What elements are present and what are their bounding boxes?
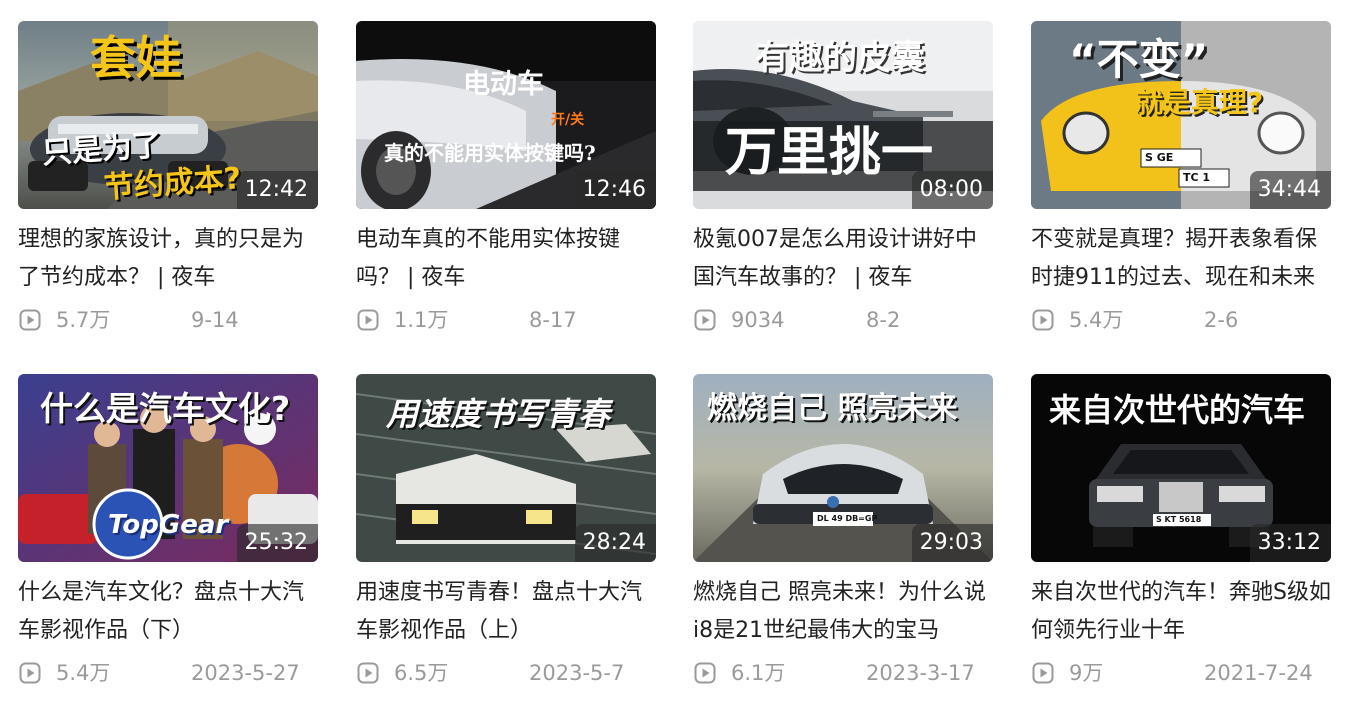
overlay-heading: 来自次世代的汽车: [1049, 391, 1306, 429]
publish-date: 2-6: [1204, 308, 1239, 332]
view-count: 5.4万: [56, 661, 111, 685]
video-meta: 5.7万 9-14: [18, 304, 318, 336]
video-thumbnail[interactable]: “不变” 就是真理? S GE TC 1 34:44: [1031, 21, 1331, 209]
overlay-caption: 就是真理?: [1135, 86, 1264, 119]
play-count-icon: [694, 309, 716, 331]
duration-badge: 12:46: [574, 171, 656, 209]
video-meta: 5.4万 2-6: [1031, 304, 1331, 336]
play-count-icon: [357, 309, 379, 331]
video-thumbnail[interactable]: 套娃 只是为了 节约成本? 12:42: [18, 21, 318, 209]
overlay-heading: 有趣的皮囊: [755, 38, 925, 78]
video-card[interactable]: 有趣的皮囊 万里挑一 08:00 极氪007是怎么用设计讲好中国汽车故事的？ |…: [693, 21, 993, 351]
video-title[interactable]: 用速度书写青春！盘点十大汽车影视作品（上）: [356, 574, 656, 650]
license-plate-2: TC 1: [1183, 171, 1211, 184]
duration-badge: 34:44: [1249, 171, 1331, 209]
video-grid: 套娃 只是为了 节约成本? 12:42 理想的家族设计，真的只是为了节约成本？ …: [0, 0, 1357, 698]
publish-date: 8-2: [866, 308, 901, 332]
video-thumbnail[interactable]: 电动车 开/关 真的不能用实体按键吗? 12:46: [356, 21, 656, 209]
video-meta: 9034 8-2: [693, 304, 993, 336]
video-meta: 1.1万 8-17: [356, 304, 656, 336]
view-count: 6.1万: [731, 661, 786, 685]
video-meta: 9万 2021-7-24: [1031, 657, 1331, 689]
duration-badge: 33:12: [1249, 524, 1331, 562]
video-title[interactable]: 什么是汽车文化？盘点十大汽车影视作品（下）: [18, 574, 318, 650]
publish-date: 2021-7-24: [1204, 661, 1313, 685]
video-title[interactable]: 燃烧自己 照亮未来！为什么说i8是21世纪最伟大的宝马: [693, 574, 993, 650]
video-title[interactable]: 电动车真的不能用实体按键吗？ | 夜车: [356, 221, 656, 297]
play-count-icon: [694, 662, 716, 684]
video-title[interactable]: 极氪007是怎么用设计讲好中国汽车故事的？ | 夜车: [693, 221, 993, 297]
publish-date: 2023-5-7: [529, 661, 625, 685]
topgear-logo: TopGear: [108, 510, 229, 540]
publish-date: 9-14: [191, 308, 239, 332]
video-card[interactable]: 来自次世代的汽车 S KT 5618 33:12 来自次世代的汽车！奔驰S级如何…: [1031, 374, 1331, 704]
view-count: 5.4万: [1069, 308, 1124, 332]
video-title[interactable]: 来自次世代的汽车！奔驰S级如何领先行业十年: [1031, 574, 1331, 650]
view-count: 9万: [1069, 661, 1104, 685]
publish-date: 2023-3-17: [866, 661, 975, 685]
license-plate: DL 49 DB=GP: [817, 514, 878, 523]
play-count-icon: [357, 662, 379, 684]
view-count: 1.1万: [394, 308, 449, 332]
publish-date: 2023-5-27: [191, 661, 300, 685]
play-count-icon: [19, 662, 41, 684]
video-card[interactable]: 什么是汽车文化? TopGear 25:32 什么是汽车文化？盘点十大汽车影视作…: [18, 374, 318, 704]
overlay-heading: 燃烧自己 照亮未来: [707, 391, 958, 426]
view-count: 9034: [731, 308, 785, 332]
duration-badge: 29:03: [911, 524, 993, 562]
video-title[interactable]: 理想的家族设计，真的只是为了节约成本？ | 夜车: [18, 221, 318, 297]
overlay-heading: 什么是汽车文化?: [40, 389, 291, 428]
video-thumbnail[interactable]: 什么是汽车文化? TopGear 25:32: [18, 374, 318, 562]
overlay-heading: 电动车: [463, 69, 544, 100]
overlay-heading: 套娃: [90, 31, 182, 85]
play-count-icon: [19, 309, 41, 331]
video-meta: 6.5万 2023-5-7: [356, 657, 656, 689]
video-title[interactable]: 不变就是真理？揭开表象看保时捷911的过去、现在和未来: [1031, 221, 1331, 297]
overlay-heading: 用速度书写青春: [386, 395, 611, 433]
view-count: 6.5万: [394, 661, 449, 685]
view-count: 5.7万: [56, 308, 111, 332]
video-thumbnail[interactable]: 燃烧自己 照亮未来 DL 49 DB=GP 29:03: [693, 374, 993, 562]
video-card[interactable]: 套娃 只是为了 节约成本? 12:42 理想的家族设计，真的只是为了节约成本？ …: [18, 21, 318, 351]
publish-date: 8-17: [529, 308, 577, 332]
duration-badge: 12:42: [236, 171, 318, 209]
video-thumbnail[interactable]: 用速度书写青春 28:24: [356, 374, 656, 562]
duration-badge: 08:00: [911, 171, 993, 209]
video-card[interactable]: “不变” 就是真理? S GE TC 1 34:44 不变就是真理？揭开表象看保…: [1031, 21, 1331, 351]
play-count-icon: [1032, 662, 1054, 684]
overlay-heading: “不变”: [1069, 35, 1209, 84]
video-thumbnail[interactable]: 有趣的皮囊 万里挑一 08:00: [693, 21, 993, 209]
license-plate: S GE: [1145, 151, 1174, 164]
duration-badge: 25:32: [236, 524, 318, 562]
overlay-caption: 只是为了: [40, 127, 164, 172]
license-plate: S KT 5618: [1156, 515, 1202, 524]
video-meta: 5.4万 2023-5-27: [18, 657, 318, 689]
video-thumbnail[interactable]: 来自次世代的汽车 S KT 5618 33:12: [1031, 374, 1331, 562]
video-meta: 6.1万 2023-3-17: [693, 657, 993, 689]
video-card[interactable]: 用速度书写青春 28:24 用速度书写青春！盘点十大汽车影视作品（上） 6.5万…: [356, 374, 656, 704]
video-card[interactable]: 电动车 开/关 真的不能用实体按键吗? 12:46 电动车真的不能用实体按键吗？…: [356, 21, 656, 351]
overlay-caption: 真的不能用实体按键吗?: [384, 141, 596, 165]
overlay-badge: 开/关: [551, 112, 585, 128]
overlay-caption: 万里挑一: [725, 123, 934, 183]
play-count-icon: [1032, 309, 1054, 331]
duration-badge: 28:24: [574, 524, 656, 562]
video-card[interactable]: 燃烧自己 照亮未来 DL 49 DB=GP 29:03 燃烧自己 照亮未来！为什…: [693, 374, 993, 704]
